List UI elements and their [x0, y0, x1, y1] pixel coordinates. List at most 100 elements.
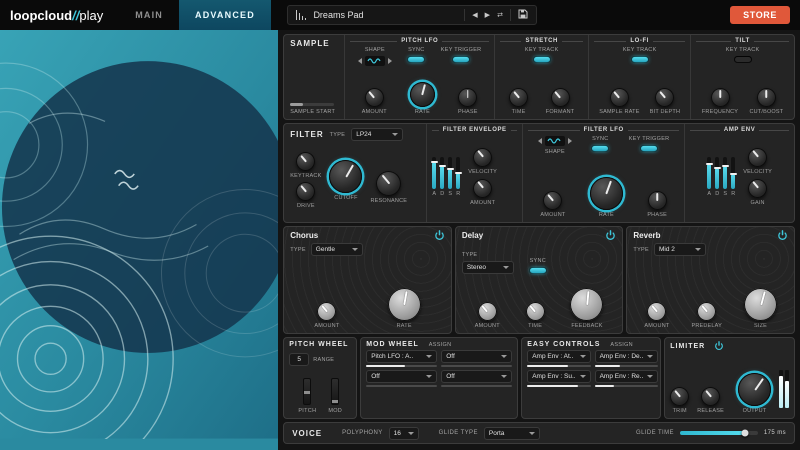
decay-slider[interactable] — [440, 157, 444, 189]
reverb-predelay-knob[interactable] — [697, 302, 716, 321]
filter-type-dropdown[interactable]: LP24 — [351, 128, 403, 141]
sync-toggle[interactable] — [407, 56, 425, 63]
lofi-bit-depth-knob[interactable] — [655, 88, 674, 107]
mod-assign-dropdown-4[interactable]: Off — [441, 370, 512, 383]
filter-lfo-rate-knob[interactable] — [590, 177, 623, 210]
easy-amount-slider[interactable] — [527, 365, 590, 367]
easy-amount-slider[interactable] — [595, 365, 659, 367]
shape-prev-icon[interactable] — [538, 138, 542, 144]
lofi-sample-rate-knob[interactable] — [610, 88, 629, 107]
chorus-amount-knob[interactable] — [317, 302, 336, 321]
mod-wheel[interactable] — [331, 378, 339, 405]
amp-env-gain-knob[interactable] — [748, 179, 767, 198]
save-icon[interactable] — [518, 9, 528, 21]
sync-toggle[interactable] — [529, 267, 547, 274]
easy-amount-slider[interactable] — [527, 385, 590, 387]
power-icon[interactable] — [777, 230, 788, 241]
chorus-type-dropdown[interactable]: Gentle — [311, 243, 363, 256]
mod-amount-slider[interactable] — [441, 365, 512, 367]
shuffle-icon[interactable]: ⇄ — [497, 12, 503, 19]
sustain-slider[interactable] — [723, 157, 727, 189]
mod-assign-dropdown-3[interactable]: Off — [366, 370, 437, 383]
key-track-toggle[interactable] — [533, 56, 551, 63]
decay-slider[interactable] — [715, 157, 719, 189]
filter-title: FILTER — [290, 130, 323, 139]
power-icon[interactable] — [434, 230, 445, 241]
pitch-range-selector[interactable]: 5 — [289, 353, 309, 366]
amount-label: AMOUNT — [644, 323, 669, 329]
key-track-toggle[interactable] — [631, 56, 649, 63]
mod-assign-dropdown-2[interactable]: Off — [441, 350, 512, 363]
filter-resonance-knob[interactable] — [376, 171, 401, 196]
easy-assign-dropdown-4[interactable]: Amp Env : Re.. — [595, 370, 659, 383]
filter-lfo-shape: SHAPE — [538, 136, 572, 155]
tab-advanced[interactable]: ADVANCED — [179, 0, 271, 30]
mod-amount-slider[interactable] — [366, 365, 437, 367]
previous-preset-icon[interactable]: ◀ — [472, 12, 477, 19]
preset-browser[interactable]: Dreams Pad ◀ ▶ ⇄ — [287, 5, 537, 25]
filter-env-amount-knob[interactable] — [473, 179, 492, 198]
gain-label: GAIN — [750, 200, 764, 206]
filter-lfo-amount-knob[interactable] — [543, 191, 562, 210]
chorus-rate-knob[interactable] — [388, 288, 421, 321]
filter-env-velocity-knob[interactable] — [473, 148, 492, 167]
easy-amount-slider[interactable] — [595, 385, 659, 387]
key-track-toggle[interactable] — [734, 56, 752, 63]
filter-lfo-phase-knob[interactable] — [648, 191, 667, 210]
tab-main[interactable]: MAIN — [119, 0, 179, 30]
limiter-output-knob[interactable] — [738, 373, 771, 406]
delay-type-dropdown[interactable]: Stereo — [462, 261, 514, 274]
release-slider[interactable] — [456, 157, 460, 189]
pitch-lfo-rate-knob[interactable] — [410, 82, 435, 107]
filter-drive-knob[interactable] — [296, 182, 315, 201]
shape-prev-icon[interactable] — [358, 58, 362, 64]
amp-env-velocity-knob[interactable] — [748, 148, 767, 167]
tilt-frequency-knob[interactable] — [711, 88, 730, 107]
power-icon[interactable] — [714, 341, 724, 351]
next-preset-icon[interactable]: ▶ — [485, 12, 490, 19]
sample-start-slider[interactable] — [290, 103, 334, 106]
stretch-time-knob[interactable] — [509, 88, 528, 107]
reverb-size-knob[interactable] — [744, 288, 777, 321]
sustain-slider[interactable] — [448, 157, 452, 189]
release-slider[interactable] — [731, 157, 735, 189]
pitch-wheel[interactable] — [303, 378, 311, 405]
reverb-type-dropdown[interactable]: Mid 2 — [654, 243, 706, 256]
sync-toggle[interactable] — [591, 145, 609, 152]
reverb-amount-knob[interactable] — [647, 302, 666, 321]
stretch-formant-knob[interactable] — [551, 88, 570, 107]
easy-assign-dropdown-1[interactable]: Amp Env : At.. — [527, 350, 590, 363]
easy-assign-dropdown-2[interactable]: Amp Env : De.. — [595, 350, 659, 363]
preset-name[interactable]: Dreams Pad — [313, 10, 457, 20]
tilt-cut-boost-knob[interactable] — [757, 88, 776, 107]
key-trigger-toggle[interactable] — [452, 56, 470, 63]
store-button[interactable]: STORE — [730, 6, 790, 24]
mod-amount-slider[interactable] — [366, 385, 437, 387]
delay-feedback-knob[interactable] — [570, 288, 603, 321]
attack-slider[interactable] — [432, 157, 436, 189]
easy-assign-dropdown-3[interactable]: Amp Env : Su.. — [527, 370, 590, 383]
mod-amount-slider[interactable] — [441, 385, 512, 387]
delay-time-knob[interactable] — [526, 302, 545, 321]
main-area: SAMPLE SAMPLE START PITCH LFO SHAPE — [0, 30, 800, 450]
key-trigger-toggle[interactable] — [640, 145, 658, 152]
filter-keytrack-knob[interactable] — [296, 152, 315, 171]
glide-type-dropdown[interactable]: Porta — [484, 427, 540, 440]
delay-amount-knob[interactable] — [478, 302, 497, 321]
filter-cutoff-knob[interactable] — [329, 160, 362, 193]
glide-time-slider[interactable] — [680, 431, 758, 435]
limiter-release-knob[interactable] — [701, 387, 720, 406]
shape-next-icon[interactable] — [568, 138, 572, 144]
polyphony-dropdown[interactable]: 16 — [389, 427, 419, 440]
mod-assign-dropdown-1[interactable]: Pitch LFO : A.. — [366, 350, 437, 363]
attack-slider[interactable] — [707, 157, 711, 189]
key-track-label: KEY TRACK — [726, 47, 760, 53]
velocity-label: VELOCITY — [468, 169, 497, 175]
shape-next-icon[interactable] — [388, 58, 392, 64]
pitch-lfo-amount-knob[interactable] — [365, 88, 384, 107]
release-label: R — [456, 191, 460, 197]
limiter-trim-knob[interactable] — [670, 387, 689, 406]
power-icon[interactable] — [605, 230, 616, 241]
glide-time-thumb[interactable] — [742, 430, 749, 437]
pitch-lfo-phase-knob[interactable] — [458, 88, 477, 107]
